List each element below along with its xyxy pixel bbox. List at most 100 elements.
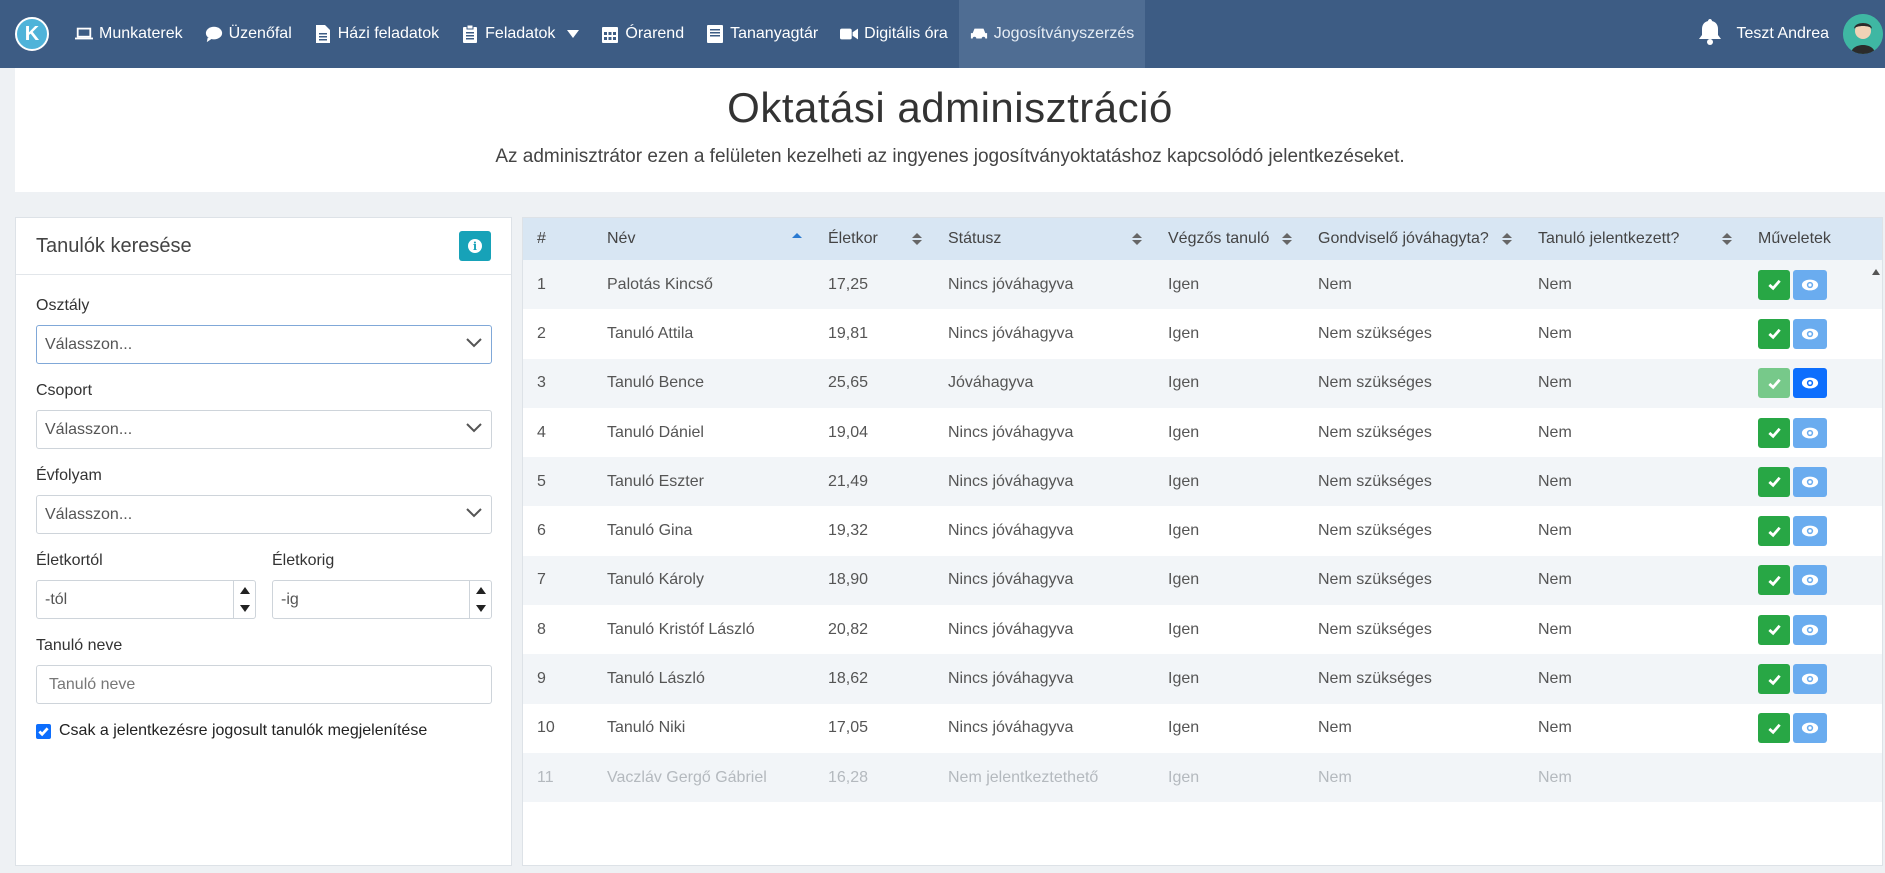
nav-item-jogositvanyszerzes[interactable]: Jogosítványszerzés <box>958 0 1146 68</box>
cell-age: 16,28 <box>828 768 869 786</box>
view-button[interactable] <box>1793 614 1827 645</box>
cell-actions <box>1744 556 1882 605</box>
column-header-guardian-approved[interactable]: Gondviselő jóváhagyta? <box>1304 218 1524 260</box>
cell-number: 10 <box>537 719 555 737</box>
cell-name: Tanuló Eszter <box>607 472 704 490</box>
age-from-input[interactable]: -tól <box>36 580 256 619</box>
class-select[interactable]: Válasszon... <box>36 325 492 364</box>
cell-actions <box>1744 753 1882 802</box>
eligible-only-checkbox[interactable] <box>36 723 51 739</box>
sort-icon[interactable] <box>1282 233 1292 245</box>
approve-button[interactable] <box>1758 664 1790 695</box>
table-row[interactable]: 7 Tanuló Károly 18,90 Nincs jóváhagyva Igen N… <box>523 555 1882 606</box>
table-row[interactable]: 3 Tanuló Bence 25,65 Jóváhagyva Igen Nem szük… <box>523 358 1882 408</box>
column-header-status[interactable]: Státusz <box>934 218 1154 260</box>
cell-age: 19,81 <box>828 324 869 342</box>
approve-button[interactable] <box>1758 713 1790 744</box>
cell-guardian-approved: Nem szükséges <box>1318 472 1432 490</box>
check-icon <box>1767 721 1782 736</box>
sort-icon[interactable] <box>1502 233 1512 245</box>
table-row[interactable]: 5 Tanuló Eszter 21,49 Nincs jóváhagyva Igen N… <box>523 457 1882 507</box>
app-logo[interactable]: K <box>15 17 49 51</box>
view-button[interactable] <box>1793 466 1827 497</box>
view-button[interactable] <box>1793 664 1827 695</box>
nav-item-uzenofal[interactable]: Üzenőfal <box>194 0 303 68</box>
table-row[interactable]: 4 Tanuló Dániel 19,04 Nincs jóváhagyva Igen N… <box>523 407 1882 458</box>
laptop-icon <box>75 25 93 43</box>
nav-item-tananyagtar[interactable]: Tananyagtár <box>695 0 829 68</box>
cell-status: Nem jelentkeztethető <box>948 768 1099 786</box>
nav-item-munkaterek[interactable]: Munkaterek <box>64 0 194 68</box>
search-form: Osztály Válasszon... Csoport Válasszon..… <box>16 275 511 754</box>
eligible-only-row[interactable]: Csak a jelentkezésre jogosult tanulók me… <box>36 722 491 740</box>
sort-icon[interactable] <box>912 233 922 245</box>
view-button[interactable] <box>1793 516 1827 547</box>
table-row[interactable]: 10 Tanuló Niki 17,05 Nincs jóváhagyva Igen Ne… <box>523 703 1882 753</box>
nav-item-hazi-feladatok[interactable]: Házi feladatok <box>303 0 450 68</box>
approve-button[interactable] <box>1758 466 1790 497</box>
approve-button[interactable] <box>1758 269 1790 300</box>
cell-age: 19,32 <box>828 522 869 540</box>
table-row[interactable]: 9 Tanuló László 18,62 Nincs jóváhagyva Igen N… <box>523 654 1882 704</box>
car-icon <box>970 25 988 43</box>
view-button[interactable] <box>1793 269 1827 300</box>
clipboard-icon <box>461 25 479 43</box>
approve-button[interactable] <box>1758 318 1790 349</box>
spin-up-icon[interactable] <box>239 586 250 594</box>
class-label: Osztály <box>36 297 90 314</box>
view-button[interactable] <box>1793 318 1827 349</box>
eye-icon <box>1801 721 1819 735</box>
approve-button[interactable] <box>1758 417 1790 448</box>
spin-down-icon[interactable] <box>475 605 486 613</box>
approve-button[interactable] <box>1758 565 1790 596</box>
approve-button[interactable] <box>1758 614 1790 645</box>
age-from-stepper[interactable] <box>233 581 255 618</box>
student-name-input[interactable]: Tanuló neve <box>36 665 492 704</box>
user-name[interactable]: Teszt Andrea <box>1737 25 1830 43</box>
view-button[interactable] <box>1793 713 1827 744</box>
bell-icon[interactable] <box>1697 18 1723 50</box>
eye-icon <box>1801 672 1819 686</box>
column-header-senior[interactable]: Végzős tanuló <box>1154 218 1304 260</box>
view-button[interactable] <box>1793 368 1827 399</box>
cell-guardian-approved: Nem szükséges <box>1318 522 1432 540</box>
table-row[interactable]: 2 Tanuló Attila 19,81 Nincs jóváhagyva Igen N… <box>523 309 1882 359</box>
age-to-stepper[interactable] <box>469 581 491 618</box>
view-button[interactable] <box>1793 565 1827 596</box>
approve-button[interactable] <box>1758 368 1790 399</box>
group-select[interactable]: Válasszon... <box>36 410 492 449</box>
scrollbar-up-arrow[interactable] <box>1872 269 1880 275</box>
table-row[interactable]: 1 Palotás Kincső 17,25 Nincs jóváhagyva Igen… <box>523 260 1882 310</box>
cell-actions <box>1744 457 1882 506</box>
nav-item-label: Digitális óra <box>864 25 948 42</box>
table-row[interactable]: 8 Tanuló Kristóf László 20,82 Nincs jóváhag… <box>523 605 1882 655</box>
age-to-input[interactable]: -ig <box>272 580 492 619</box>
cell-student-applied: Nem <box>1538 571 1572 589</box>
spin-down-icon[interactable] <box>239 605 250 613</box>
sort-icon[interactable] <box>1722 233 1732 245</box>
column-header-name[interactable]: Név <box>593 218 814 260</box>
sort-icon[interactable] <box>1132 233 1142 245</box>
table-row[interactable]: 6 Tanuló Gina 19,32 Nincs jóváhagyva Igen Nem… <box>523 506 1882 556</box>
students-table-panel: # Név Életkor Státusz Végzős tanuló Gond… <box>522 217 1883 866</box>
column-header-age[interactable]: Életkor <box>814 218 934 260</box>
column-header-student-applied[interactable]: Tanuló jelentkezett? <box>1524 218 1744 260</box>
age-from-label: Életkortól <box>36 552 103 569</box>
sort-asc-icon[interactable] <box>792 233 802 245</box>
nav-item-orarend[interactable]: Órarend <box>590 0 695 68</box>
table-row[interactable]: 11 Vaczláv Gergő Gábriel 16,28 Nem jelentke… <box>523 752 1882 803</box>
video-icon <box>840 25 859 43</box>
nav-item-feladatok[interactable]: Feladatok <box>450 0 590 68</box>
info-button[interactable]: i <box>459 231 491 261</box>
spin-up-icon[interactable] <box>475 586 486 594</box>
search-panel-header: Tanulók keresése i <box>16 218 511 275</box>
view-button[interactable] <box>1793 417 1827 448</box>
check-icon <box>1767 524 1782 539</box>
grade-select[interactable]: Válasszon... <box>36 495 492 534</box>
nav-item-digitalis-ora[interactable]: Digitális óra <box>829 0 959 68</box>
avatar[interactable] <box>1843 14 1883 54</box>
row-actions <box>1758 318 1870 349</box>
approve-button[interactable] <box>1758 516 1790 547</box>
check-icon <box>1767 376 1782 391</box>
student-name-label: Tanuló neve <box>36 637 123 654</box>
